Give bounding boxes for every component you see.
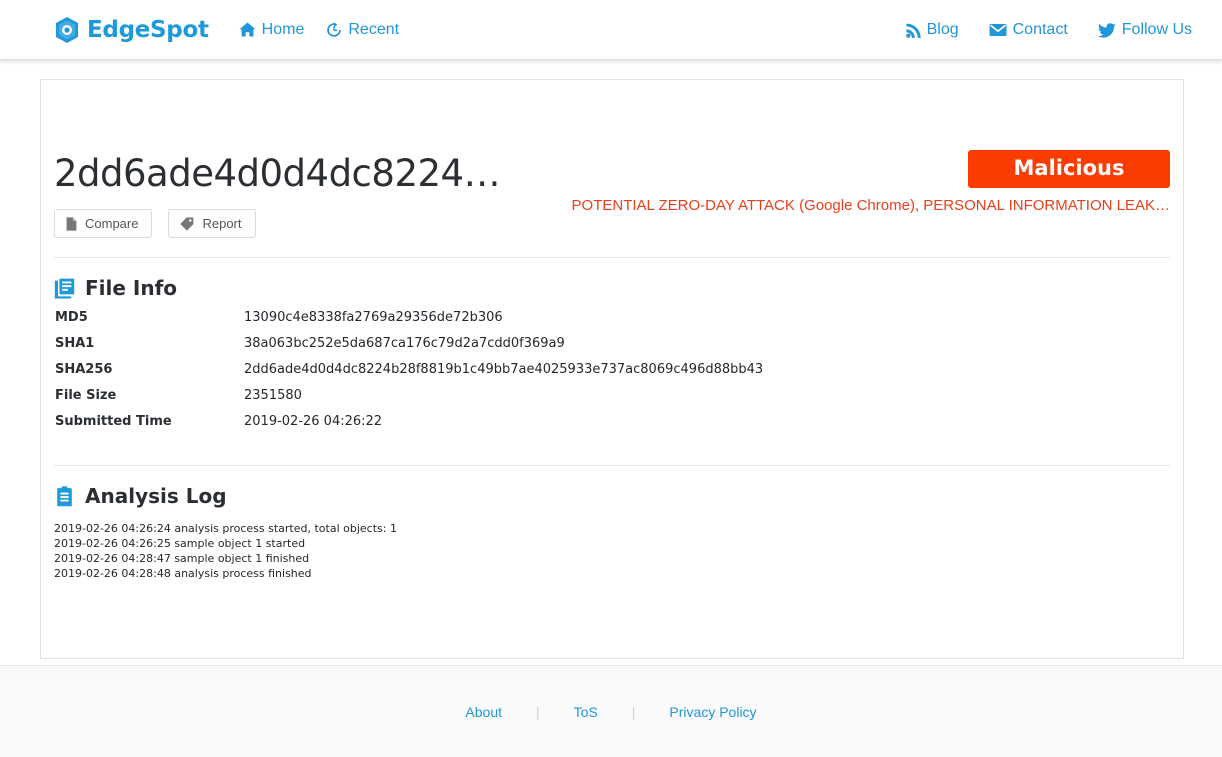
brand-name: EdgeSpot bbox=[87, 17, 209, 43]
nav-label-home: Home bbox=[262, 21, 305, 39]
primary-nav: Home Recent bbox=[239, 21, 421, 39]
table-row: SHA256 2dd6ade4d0d4dc8224b28f8819b1c49bb… bbox=[54, 362, 1170, 388]
list-item: 2019-02-26 04:26:25 sample object 1 star… bbox=[54, 536, 1170, 551]
rss-icon bbox=[906, 23, 921, 38]
sample-header: 2dd6ade4d0d4dc8224… Compare Report bbox=[54, 80, 1170, 238]
nav-item-follow-us[interactable]: Follow Us bbox=[1098, 21, 1192, 39]
nav-label-contact: Contact bbox=[1013, 21, 1068, 39]
nav-item-contact[interactable]: Contact bbox=[989, 21, 1068, 39]
analysis-log-header: Analysis Log bbox=[54, 484, 1170, 508]
table-row: Submitted Time 2019-02-26 04:26:22 bbox=[54, 414, 1170, 440]
footer-separator: | bbox=[536, 704, 540, 720]
home-icon bbox=[239, 22, 256, 37]
table-row: SHA1 38a063bc252e5da687ca176c79d2a7cdd0f… bbox=[54, 336, 1170, 362]
row-key-sha1: SHA1 bbox=[54, 336, 244, 362]
footer-links: About | ToS | Privacy Policy bbox=[463, 704, 758, 720]
brand-logo-link[interactable]: EdgeSpot bbox=[54, 16, 209, 44]
footer-link-about[interactable]: About bbox=[463, 704, 504, 720]
site-footer: About | ToS | Privacy Policy bbox=[0, 665, 1222, 757]
row-key-md5: MD5 bbox=[54, 310, 244, 336]
analysis-log-lines: 2019-02-26 04:26:24 analysis process sta… bbox=[54, 521, 1170, 581]
row-key-sha256: SHA256 bbox=[54, 362, 244, 388]
edgespot-hexagon-logo-icon bbox=[54, 16, 87, 44]
footer-link-tos[interactable]: ToS bbox=[572, 704, 600, 720]
tag-icon bbox=[180, 217, 194, 231]
page-content: 2dd6ade4d0d4dc8224… Compare Report bbox=[0, 60, 1222, 665]
site-header: EdgeSpot Home Recent bbox=[0, 0, 1222, 60]
divider-top bbox=[54, 257, 1170, 258]
report-button[interactable]: Report bbox=[168, 209, 255, 238]
status-badge: Malicious bbox=[968, 150, 1170, 188]
file-info-table: MD5 13090c4e8338fa2769a29356de72b306 SHA… bbox=[54, 310, 1170, 440]
analysis-log-title: Analysis Log bbox=[85, 484, 227, 508]
nav-item-recent[interactable]: Recent bbox=[326, 21, 399, 39]
nav-label-recent: Recent bbox=[348, 21, 399, 39]
report-button-label: Report bbox=[202, 216, 241, 231]
hexagon-icon bbox=[54, 16, 80, 44]
verdict-area: Malicious POTENTIAL ZERO-DAY ATTACK (Goo… bbox=[500, 150, 1170, 214]
footer-link-privacy-policy[interactable]: Privacy Policy bbox=[667, 704, 758, 720]
secondary-nav: Blog Contact Follow Us bbox=[876, 0, 1192, 60]
list-item: 2019-02-26 04:28:47 sample object 1 fini… bbox=[54, 551, 1170, 566]
file-icon bbox=[66, 217, 77, 231]
nav-label-blog: Blog bbox=[927, 21, 959, 39]
row-key-file-size: File Size bbox=[54, 388, 244, 414]
nav-label-follow-us: Follow Us bbox=[1122, 21, 1192, 39]
compare-button-label: Compare bbox=[85, 216, 138, 231]
row-value-file-size: 2351580 bbox=[244, 388, 1170, 414]
nav-item-home[interactable]: Home bbox=[239, 21, 305, 39]
footer-separator: | bbox=[632, 704, 636, 720]
divider-bottom bbox=[54, 465, 1170, 466]
twitter-icon bbox=[1098, 23, 1116, 38]
row-value-submitted-time: 2019-02-26 04:26:22 bbox=[244, 414, 1170, 440]
list-item: 2019-02-26 04:28:48 analysis process fin… bbox=[54, 566, 1170, 581]
verdict-description: POTENTIAL ZERO-DAY ATTACK (Google Chrome… bbox=[500, 197, 1170, 214]
compare-button[interactable]: Compare bbox=[54, 209, 152, 238]
clipboard-list-icon bbox=[54, 486, 75, 507]
file-info-title: File Info bbox=[85, 276, 177, 300]
row-value-sha1: 38a063bc252e5da687ca176c79d2a7cdd0f369a9 bbox=[244, 336, 1170, 362]
row-value-sha256: 2dd6ade4d0d4dc8224b28f8819b1c49bb7ae4025… bbox=[244, 362, 1170, 388]
document-list-icon bbox=[54, 278, 75, 299]
file-info-header: File Info bbox=[54, 276, 1170, 300]
sample-report-card: 2dd6ade4d0d4dc8224… Compare Report bbox=[40, 79, 1184, 659]
row-key-submitted-time: Submitted Time bbox=[54, 414, 244, 440]
envelope-icon bbox=[989, 23, 1007, 37]
list-item: 2019-02-26 04:26:24 analysis process sta… bbox=[54, 521, 1170, 536]
nav-item-blog[interactable]: Blog bbox=[906, 21, 959, 39]
row-value-md5: 13090c4e8338fa2769a29356de72b306 bbox=[244, 310, 1170, 336]
table-row: File Size 2351580 bbox=[54, 388, 1170, 414]
table-row: MD5 13090c4e8338fa2769a29356de72b306 bbox=[54, 310, 1170, 336]
history-clock-icon bbox=[326, 22, 342, 38]
